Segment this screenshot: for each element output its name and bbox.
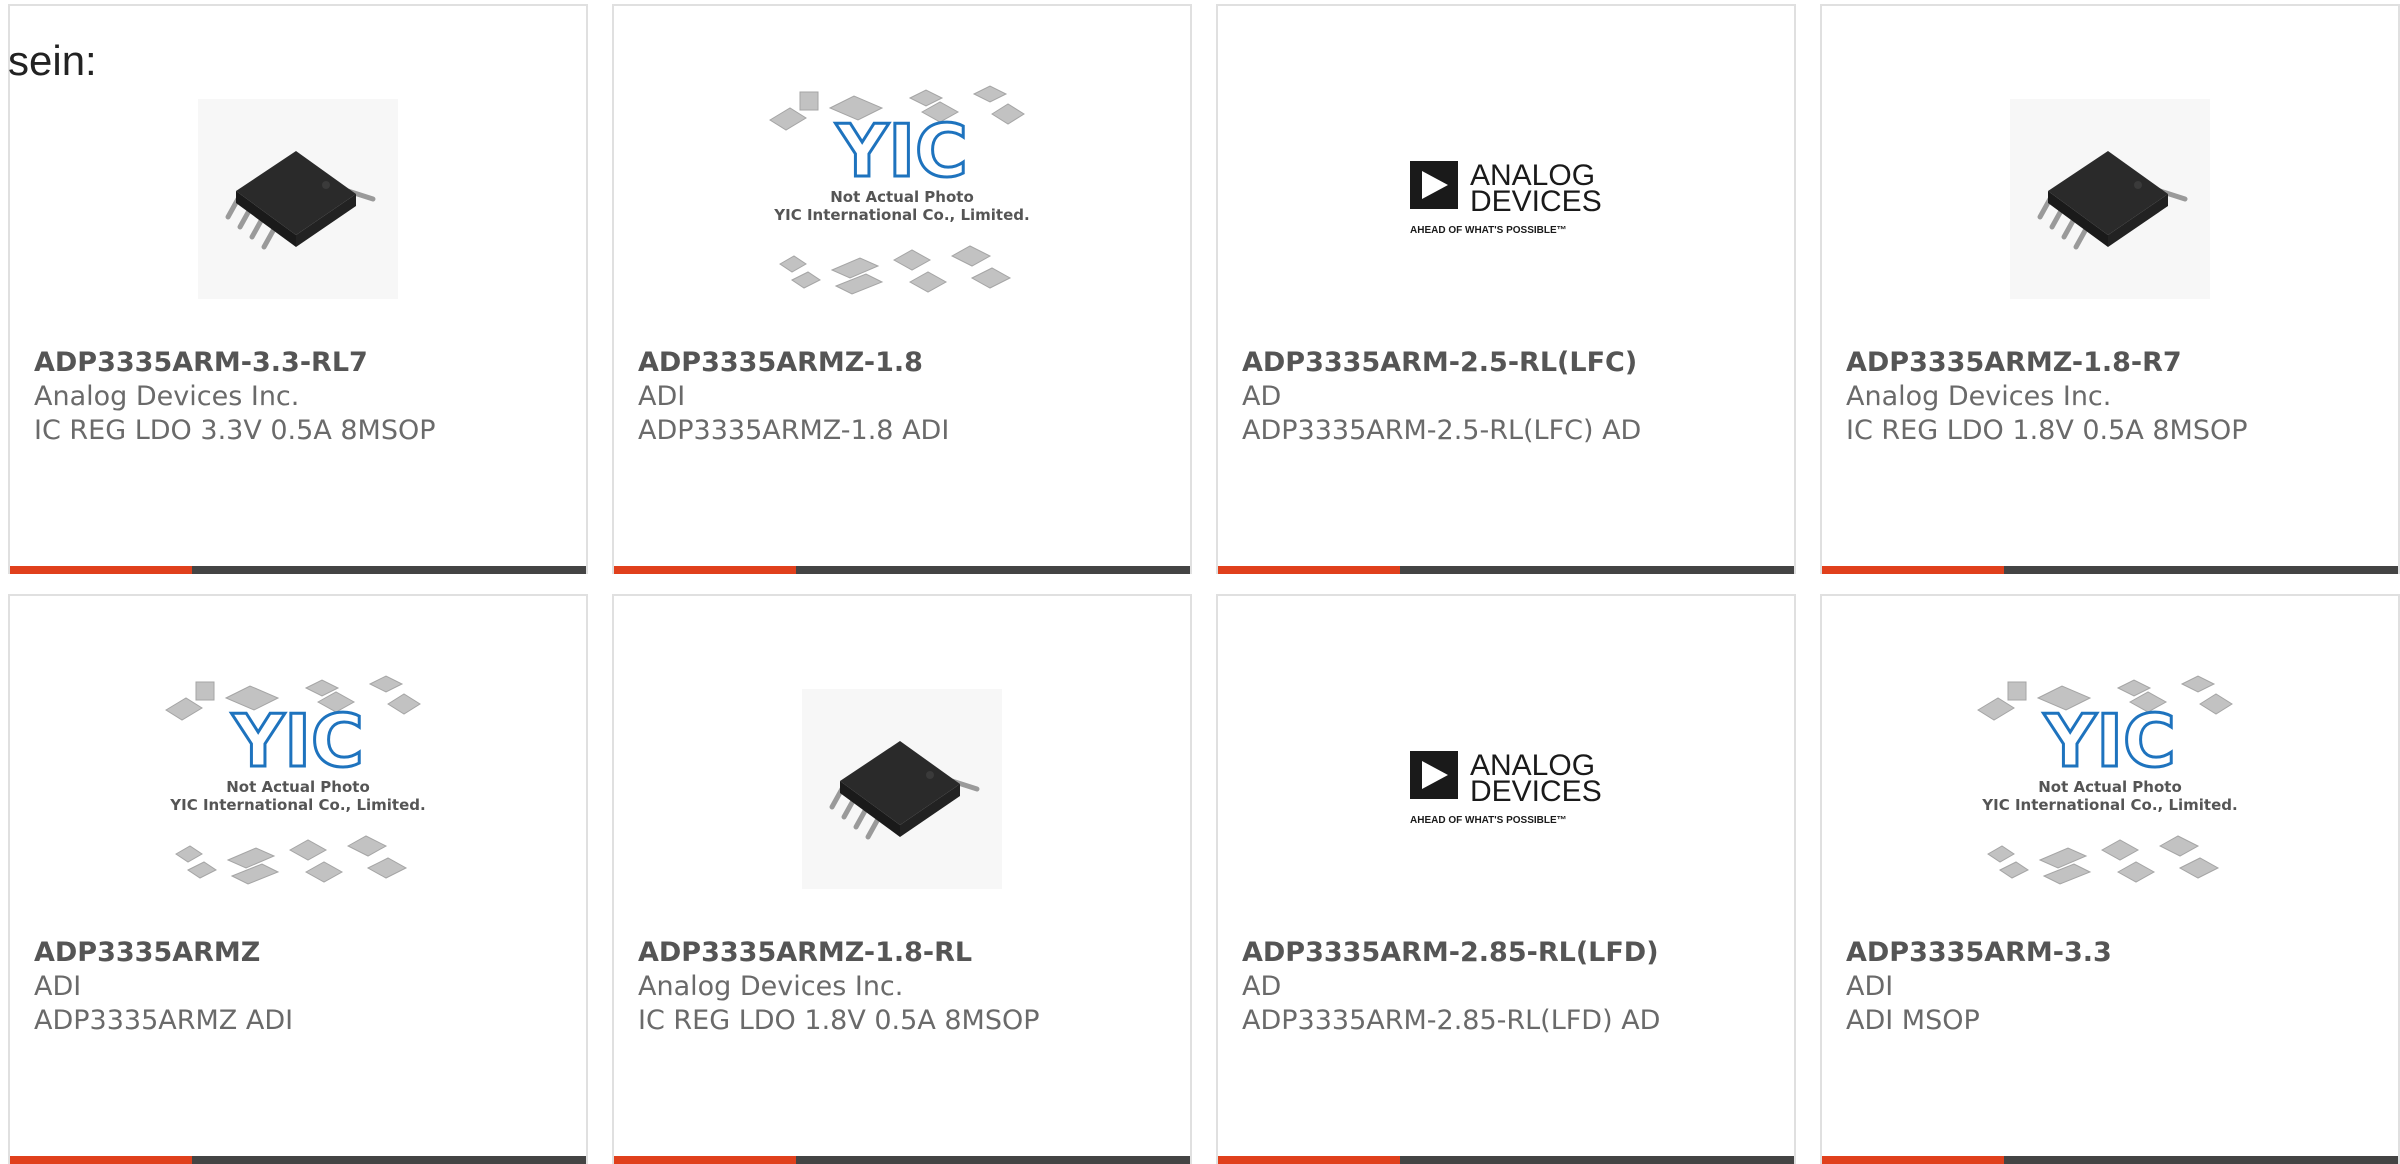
- product-card[interactable]: ANALOG DEVICES AHEAD OF WHAT'S POSSIBLE™…: [1216, 594, 1796, 1164]
- intro-text: sein:: [8, 37, 97, 84]
- svg-text:Not Actual Photo: Not Actual Photo: [830, 188, 974, 206]
- card-bottom-bar: [1218, 566, 1794, 574]
- manufacturer: ADI: [1846, 971, 1894, 1002]
- svg-text:YIC: YIC: [835, 109, 968, 193]
- product-image[interactable]: [1822, 68, 2398, 330]
- card-accent-bar: [10, 1156, 192, 1164]
- manufacturer: AD: [1242, 381, 1282, 412]
- description: ADP3335ARM-2.5-RL(LFC) AD: [1242, 415, 1642, 446]
- product-info: ADP3335ARM-2.5-RL(LFC) AD ADP3335ARM-2.5-R…: [1242, 346, 1778, 448]
- svg-text:YIC International Co., Limited: YIC International Co., Limited.: [773, 206, 1029, 224]
- svg-text:YIC International Co., Limited: YIC International Co., Limited.: [169, 796, 425, 814]
- product-card[interactable]: YIC Not Actual Photo YIC International C…: [612, 4, 1192, 574]
- yic-placeholder-image: YIC Not Actual Photo YIC International C…: [158, 658, 438, 920]
- product-card[interactable]: YIC Not Actual Photo YIC International C…: [8, 594, 588, 1164]
- card-accent-bar: [1218, 1156, 1400, 1164]
- product-image[interactable]: YIC Not Actual Photo YIC International C…: [614, 68, 1190, 330]
- card-accent-bar: [1822, 1156, 2004, 1164]
- manufacturer: Analog Devices Inc.: [1846, 381, 2112, 412]
- yic-placeholder-image: YIC Not Actual Photo YIC International C…: [762, 68, 1042, 330]
- card-accent-bar: [614, 566, 796, 574]
- product-card[interactable]: ANALOG DEVICES AHEAD OF WHAT'S POSSIBLE™…: [1216, 4, 1796, 574]
- description: ADP3335ARMZ ADI: [34, 1005, 294, 1036]
- card-bottom-bar: [10, 1156, 586, 1164]
- product-image[interactable]: [10, 68, 586, 330]
- product-info: ADP3335ARMZ-1.8-RL Analog Devices Inc. IC …: [638, 936, 1174, 1038]
- product-info: ADP3335ARMZ ADI ADP3335ARMZ ADI: [34, 936, 570, 1038]
- description: IC REG LDO 1.8V 0.5A 8MSOP: [638, 1005, 1040, 1036]
- description: IC REG LDO 1.8V 0.5A 8MSOP: [1846, 415, 2248, 446]
- svg-text:Not Actual Photo: Not Actual Photo: [2038, 778, 2182, 796]
- product-image[interactable]: YIC Not Actual Photo YIC International C…: [10, 658, 586, 920]
- svg-text:YIC: YIC: [231, 699, 364, 783]
- product-card[interactable]: ADP3335ARM-3.3-RL7 Analog Devices Inc. IC …: [8, 4, 588, 574]
- part-number-link[interactable]: ADP3335ARMZ-1.8: [638, 346, 1174, 380]
- part-number-link[interactable]: ADP3335ARM-3.3: [1846, 936, 2382, 970]
- product-card[interactable]: ADP3335ARMZ-1.8-R7 Analog Devices Inc. IC …: [1820, 4, 2400, 574]
- product-info: ADP3335ARMZ-1.8 ADI ADP3335ARMZ-1.8 ADI: [638, 346, 1174, 448]
- product-info: ADP3335ARMZ-1.8-R7 Analog Devices Inc. IC …: [1846, 346, 2382, 448]
- svg-text:Not Actual Photo: Not Actual Photo: [226, 778, 370, 796]
- description: ADI MSOP: [1846, 1005, 1980, 1036]
- chip-photo: [198, 99, 398, 299]
- description: ADP3335ARM-2.85-RL(LFD) AD: [1242, 1005, 1661, 1036]
- svg-text:YIC International Co., Limited: YIC International Co., Limited.: [1981, 796, 2237, 814]
- part-number-link[interactable]: ADP3335ARM-2.5-RL(LFC): [1242, 346, 1778, 380]
- product-card[interactable]: ADP3335ARMZ-1.8-RL Analog Devices Inc. IC …: [612, 594, 1192, 1164]
- product-info: ADP3335ARM-3.3-RL7 Analog Devices Inc. IC …: [34, 346, 570, 448]
- part-number-link[interactable]: ADP3335ARMZ: [34, 936, 570, 970]
- card-bottom-bar: [614, 566, 1190, 574]
- card-bottom-bar: [1822, 1156, 2398, 1164]
- card-bottom-bar: [1822, 566, 2398, 574]
- chip-photo: [802, 689, 1002, 889]
- svg-text:DEVICES: DEVICES: [1470, 775, 1602, 808]
- svg-text:AHEAD OF WHAT'S POSSIBLE™: AHEAD OF WHAT'S POSSIBLE™: [1410, 225, 1567, 236]
- svg-text:DEVICES: DEVICES: [1470, 185, 1602, 218]
- product-image[interactable]: ANALOG DEVICES AHEAD OF WHAT'S POSSIBLE™: [1218, 68, 1794, 330]
- manufacturer: ADI: [34, 971, 82, 1002]
- description: ADP3335ARMZ-1.8 ADI: [638, 415, 950, 446]
- part-number-link[interactable]: ADP3335ARM-2.85-RL(LFD): [1242, 936, 1778, 970]
- card-bottom-bar: [10, 566, 586, 574]
- card-accent-bar: [10, 566, 192, 574]
- part-number-link[interactable]: ADP3335ARM-3.3-RL7: [34, 346, 570, 380]
- card-bottom-bar: [1218, 1156, 1794, 1164]
- card-accent-bar: [1218, 566, 1400, 574]
- product-image[interactable]: YIC Not Actual Photo YIC International C…: [1822, 658, 2398, 920]
- yic-placeholder-image: YIC Not Actual Photo YIC International C…: [1970, 658, 2250, 920]
- product-image[interactable]: [614, 658, 1190, 920]
- product-card[interactable]: YIC Not Actual Photo YIC International C…: [1820, 594, 2400, 1164]
- product-image[interactable]: ANALOG DEVICES AHEAD OF WHAT'S POSSIBLE™: [1218, 658, 1794, 920]
- part-number-link[interactable]: ADP3335ARMZ-1.8-RL: [638, 936, 1174, 970]
- svg-text:YIC: YIC: [2043, 699, 2176, 783]
- manufacturer: ADI: [638, 381, 686, 412]
- product-info: ADP3335ARM-3.3 ADI ADI MSOP: [1846, 936, 2382, 1038]
- svg-text:AHEAD OF WHAT'S POSSIBLE™: AHEAD OF WHAT'S POSSIBLE™: [1410, 815, 1567, 826]
- part-number-link[interactable]: ADP3335ARMZ-1.8-R7: [1846, 346, 2382, 380]
- analog-devices-logo: ANALOG DEVICES AHEAD OF WHAT'S POSSIBLE™: [1406, 149, 1606, 249]
- description: IC REG LDO 3.3V 0.5A 8MSOP: [34, 415, 436, 446]
- product-info: ADP3335ARM-2.85-RL(LFD) AD ADP3335ARM-2.85…: [1242, 936, 1778, 1038]
- manufacturer: AD: [1242, 971, 1282, 1002]
- analog-devices-logo: ANALOG DEVICES AHEAD OF WHAT'S POSSIBLE™: [1406, 739, 1606, 839]
- manufacturer: Analog Devices Inc.: [638, 971, 904, 1002]
- chip-photo: [2010, 99, 2210, 299]
- card-accent-bar: [614, 1156, 796, 1164]
- manufacturer: Analog Devices Inc.: [34, 381, 300, 412]
- card-bottom-bar: [614, 1156, 1190, 1164]
- card-accent-bar: [1822, 566, 2004, 574]
